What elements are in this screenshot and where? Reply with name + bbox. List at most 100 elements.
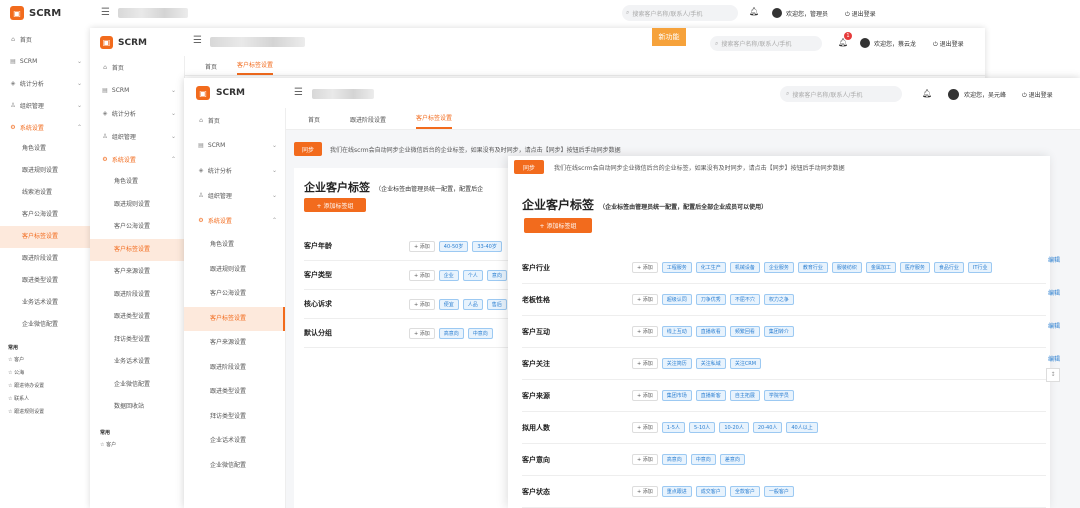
tag-chip[interactable]: 20-40人 bbox=[752, 422, 783, 433]
bell-icon[interactable]: 🔔︎ bbox=[749, 7, 759, 16]
add-tag-button[interactable]: + 添加 bbox=[632, 422, 658, 433]
tag-chip[interactable]: 线上互动 bbox=[661, 326, 692, 337]
tab-home[interactable]: 首页 bbox=[308, 115, 320, 129]
tag-chip[interactable]: 自主拓展 bbox=[729, 390, 760, 401]
add-tag-button[interactable]: + 添加 bbox=[632, 486, 658, 497]
logo[interactable]: ▣ SCRM bbox=[10, 6, 61, 20]
tag-chip[interactable]: 医疗服务 bbox=[899, 262, 930, 273]
add-tag-button[interactable]: + 添加 bbox=[632, 358, 658, 369]
bell-icon[interactable]: 🔔︎ bbox=[922, 89, 932, 98]
tag-chip[interactable]: 金属加工 bbox=[865, 262, 896, 273]
logout-link[interactable]: ⏻ 退出登录 bbox=[1022, 90, 1053, 100]
tag-chip[interactable]: 一般客户 bbox=[763, 486, 794, 497]
submenu-item-active[interactable]: 客户标签设置 bbox=[90, 238, 184, 261]
tag-chip[interactable]: 差意向 bbox=[719, 454, 745, 465]
submenu-item[interactable]: 业务话术设置 bbox=[22, 292, 90, 314]
tag-chip[interactable]: 机械设备 bbox=[729, 262, 760, 273]
add-tag-button[interactable]: + 添加 bbox=[632, 326, 658, 337]
submenu-item[interactable]: 客户公海设置 bbox=[210, 282, 285, 307]
submenu-item[interactable]: 跟进规则设置 bbox=[210, 258, 285, 283]
avatar[interactable] bbox=[772, 8, 782, 18]
tag-chip[interactable]: 意向 bbox=[486, 269, 507, 281]
sidebar-item-home[interactable]: ⌂ 首页 bbox=[90, 56, 184, 79]
common-item[interactable]: ☆ 跟进待办设置 bbox=[8, 382, 90, 395]
sidebar-item-home[interactable]: ⌂ 首页 bbox=[0, 28, 90, 50]
submenu-item[interactable]: 跟进类型设置 bbox=[210, 380, 285, 405]
sync-button[interactable]: 同步 bbox=[294, 142, 322, 156]
tag-chip[interactable]: 10-20人 bbox=[719, 422, 749, 433]
tag-chip[interactable]: 33-40岁 bbox=[472, 240, 502, 252]
logo[interactable]: ▣ SCRM bbox=[196, 86, 245, 100]
avatar[interactable] bbox=[860, 38, 870, 48]
sync-button[interactable]: 同步 bbox=[514, 160, 544, 174]
tag-chip[interactable]: 学院学员 bbox=[763, 390, 794, 401]
submenu-item[interactable]: 跟进阶段设置 bbox=[22, 248, 90, 270]
common-item[interactable]: ☆ 客户 bbox=[8, 356, 90, 369]
tag-chip[interactable]: 便宜 bbox=[438, 298, 459, 310]
sidebar-item-settings[interactable]: ⚙ 系统设置 ⌃ bbox=[90, 148, 184, 171]
menu-toggle-icon[interactable]: ☰ bbox=[193, 35, 202, 46]
add-tag-group-button[interactable]: + 添加标签组 bbox=[304, 198, 366, 212]
tag-chip[interactable]: 教育行业 bbox=[797, 262, 828, 273]
logout-link[interactable]: ⏻ 退出登录 bbox=[933, 39, 964, 49]
add-tag-button[interactable]: + 添加 bbox=[409, 269, 435, 281]
tag-chip[interactable]: 不屈不穴 bbox=[729, 294, 760, 305]
tag-chip[interactable]: 集团转介 bbox=[763, 326, 794, 337]
tag-chip[interactable]: 直播收看 bbox=[695, 326, 726, 337]
common-item[interactable]: ☆ 跟进规则设置 bbox=[8, 408, 90, 421]
common-item[interactable]: ☆ 公海 bbox=[8, 369, 90, 382]
add-tag-button[interactable]: + 添加 bbox=[632, 454, 658, 465]
submenu-item[interactable]: 客户公海设置 bbox=[114, 216, 184, 239]
tag-chip[interactable]: 中意向 bbox=[467, 327, 493, 339]
add-tag-button[interactable]: + 添加 bbox=[409, 240, 435, 252]
tag-chip[interactable]: 超级认同 bbox=[661, 294, 692, 305]
tag-chip[interactable]: 直播新客 bbox=[695, 390, 726, 401]
submenu-item[interactable]: 跟进类型设置 bbox=[22, 270, 90, 292]
add-tag-group-button[interactable]: + 添加标签组 bbox=[524, 218, 592, 233]
tag-chip[interactable]: 重点跟进 bbox=[661, 486, 692, 497]
search-box[interactable]: ⌕ 搜索客户名称/联系人/手机 bbox=[622, 5, 738, 21]
submenu-item[interactable]: 数据回收站 bbox=[114, 396, 184, 419]
tag-chip[interactable]: IT行业 bbox=[967, 262, 993, 273]
menu-toggle-icon[interactable]: ☰ bbox=[294, 87, 303, 98]
common-item[interactable]: ☆ 客户 bbox=[100, 441, 184, 453]
tab-home[interactable]: 首页 bbox=[205, 62, 217, 75]
tag-chip[interactable]: 5-10人 bbox=[688, 422, 716, 433]
submenu-item[interactable]: 客户来源设置 bbox=[210, 331, 285, 356]
menu-toggle-icon[interactable]: ☰ bbox=[101, 7, 110, 18]
submenu-item[interactable]: 跟进阶段设置 bbox=[114, 284, 184, 307]
tag-chip[interactable]: 40人以上 bbox=[786, 422, 818, 433]
tag-chip[interactable]: 售后 bbox=[486, 298, 507, 310]
tag-chip[interactable]: 服装纺织 bbox=[831, 262, 862, 273]
tag-chip[interactable]: 集团市场 bbox=[661, 390, 692, 401]
add-tag-button[interactable]: + 添加 bbox=[409, 298, 435, 310]
new-feature-badge[interactable]: 新功能 bbox=[652, 28, 686, 46]
edit-link[interactable]: 编辑 bbox=[1048, 277, 1060, 310]
tag-chip[interactable]: 全款客户 bbox=[729, 486, 760, 497]
tag-chip[interactable]: 40-50岁 bbox=[438, 240, 469, 252]
tag-chip[interactable]: 关注CRM bbox=[729, 358, 762, 369]
submenu-item[interactable]: 跟进阶段设置 bbox=[210, 356, 285, 381]
avatar[interactable] bbox=[948, 89, 959, 100]
submenu-item[interactable]: 企业微信配置 bbox=[114, 374, 184, 397]
edit-link[interactable]: 编辑 bbox=[1048, 310, 1060, 343]
tag-chip[interactable]: 高意向 bbox=[438, 327, 464, 339]
submenu-item-active[interactable]: 客户标签设置 bbox=[184, 306, 285, 331]
sidebar-item-org[interactable]: ♙ 组织管理 ⌄ bbox=[184, 183, 285, 208]
tab-customer-tags[interactable]: 客户标签设置 bbox=[416, 113, 453, 129]
tag-chip[interactable]: 工程服务 bbox=[661, 262, 692, 273]
submenu-item[interactable]: 客户公海设置 bbox=[22, 204, 90, 226]
submenu-item[interactable]: 企业微信配置 bbox=[22, 314, 90, 336]
add-tag-button[interactable]: + 添加 bbox=[409, 327, 435, 339]
tag-chip[interactable]: 企业服务 bbox=[763, 262, 794, 273]
tag-chip[interactable]: 1-5人 bbox=[661, 422, 685, 433]
search-box[interactable]: ⌕ 搜索客户名称/联系人/手机 bbox=[710, 36, 822, 51]
sidebar-item-scrm[interactable]: ▤ SCRM ⌄ bbox=[0, 50, 90, 72]
sidebar-item-settings[interactable]: ⚙ 系统设置 ⌃ bbox=[184, 208, 285, 233]
submenu-item[interactable]: 跟进规则设置 bbox=[114, 194, 184, 217]
tab-customer-tags[interactable]: 客户标签设置 bbox=[237, 60, 274, 75]
sidebar-item-scrm[interactable]: ▤ SCRM ⌄ bbox=[184, 133, 285, 158]
submenu-item[interactable]: 跟进类型设置 bbox=[114, 306, 184, 329]
logo[interactable]: ▣ SCRM bbox=[100, 36, 147, 49]
scroll-indicator[interactable]: ↕ bbox=[1046, 368, 1060, 382]
